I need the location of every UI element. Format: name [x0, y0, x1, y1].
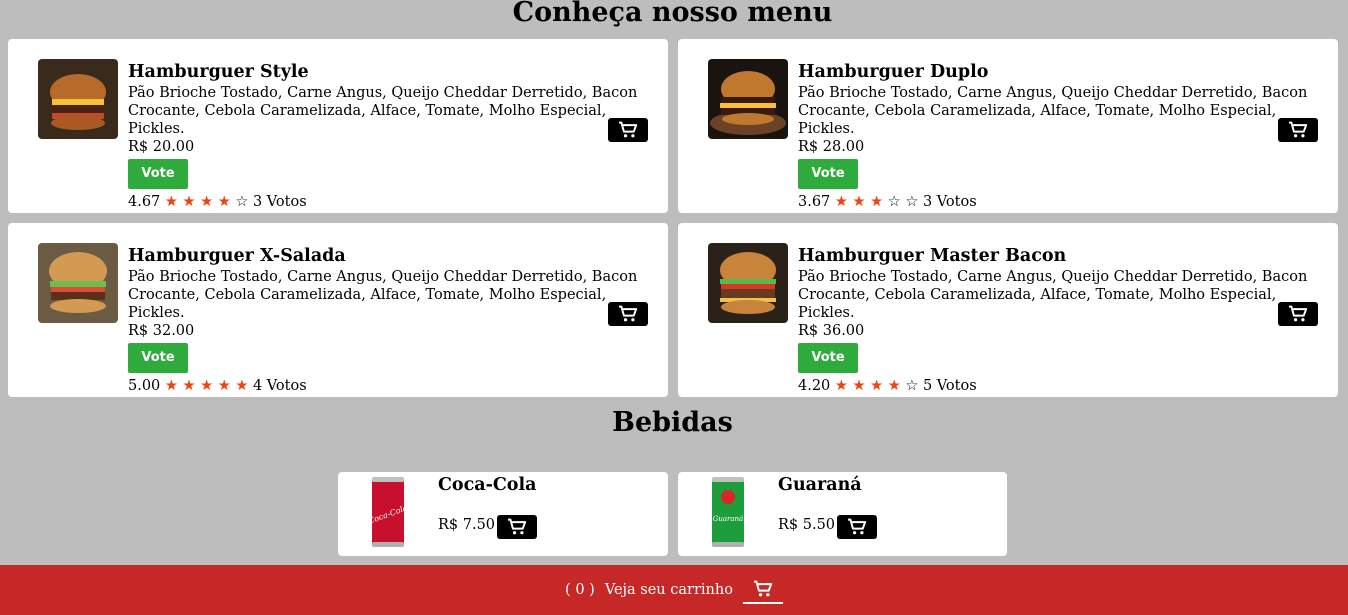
add-to-cart-button[interactable]: [1278, 302, 1318, 326]
rating-value: 4.20: [798, 378, 831, 394]
product-name: Hamburguer Master Bacon: [798, 246, 1067, 266]
shopping-cart-icon: [507, 518, 527, 536]
product-card: Hamburguer Duplo Pão Brioche Tostado, Ca…: [678, 39, 1338, 213]
drink-card: Coca-Cola Coca-Cola R$ 7.50: [338, 472, 668, 556]
drink-name: Coca-Cola: [438, 475, 537, 495]
star-icon[interactable]: ★: [183, 378, 196, 394]
star-rating[interactable]: ★ ★ ★ ★ ☆: [835, 378, 918, 394]
star-icon[interactable]: ★: [870, 194, 883, 210]
add-to-cart-button[interactable]: [608, 118, 648, 142]
star-icon[interactable]: ★: [235, 378, 248, 394]
add-to-cart-button[interactable]: [608, 302, 648, 326]
star-icon[interactable]: ★: [200, 194, 213, 210]
product-description: Pão Brioche Tostado, Carne Angus, Queijo…: [798, 269, 1308, 321]
star-icon[interactable]: ☆: [905, 194, 918, 210]
cart-count: ( 0 ): [565, 582, 595, 598]
drink-image: Coca-Cola: [366, 475, 410, 549]
star-icon[interactable]: ★: [165, 194, 178, 210]
product-card: Hamburguer Style Pão Brioche Tostado, Ca…: [8, 39, 668, 213]
shopping-cart-icon: [753, 580, 773, 598]
vote-button[interactable]: Vote: [798, 343, 858, 373]
rating: 4.67 ★ ★ ★ ★ ☆ 3 Votos: [128, 193, 648, 211]
add-to-cart-button[interactable]: [1278, 118, 1318, 142]
star-icon[interactable]: ★: [218, 194, 231, 210]
star-rating[interactable]: ★ ★ ★ ☆ ☆: [835, 194, 918, 210]
star-icon[interactable]: ★: [888, 378, 901, 394]
product-price: R$ 36.00: [798, 323, 865, 339]
shopping-cart-icon: [847, 518, 867, 536]
star-icon[interactable]: ★: [835, 194, 848, 210]
vote-count: 3 Votos: [922, 194, 977, 210]
svg-text:Guaraná: Guaraná: [713, 515, 743, 523]
star-icon[interactable]: ☆: [905, 378, 918, 394]
star-icon[interactable]: ★: [218, 378, 231, 394]
star-icon[interactable]: ★: [200, 378, 213, 394]
product-name: Hamburguer Style: [128, 62, 309, 82]
product-price: R$ 20.00: [128, 139, 195, 155]
rating: 4.20 ★ ★ ★ ★ ☆ 5 Votos: [798, 377, 1318, 395]
drinks-title: Bebidas: [612, 407, 733, 438]
product-price: R$ 28.00: [798, 139, 865, 155]
product-name: Hamburguer X-Salada: [128, 246, 346, 266]
menu-title: Conheça nosso menu: [512, 0, 833, 28]
star-icon[interactable]: ★: [183, 194, 196, 210]
add-to-cart-button[interactable]: [837, 515, 877, 539]
rating-value: 3.67: [798, 194, 831, 210]
star-icon[interactable]: ★: [835, 378, 848, 394]
product-description: Pão Brioche Tostado, Carne Angus, Queijo…: [798, 85, 1308, 137]
product-description: Pão Brioche Tostado, Carne Angus, Queijo…: [128, 85, 638, 137]
product-price: R$ 32.00: [128, 323, 195, 339]
star-icon[interactable]: ★: [870, 378, 883, 394]
view-cart-button[interactable]: [742, 576, 783, 604]
vote-count: 3 Votos: [252, 194, 307, 210]
burger-image: [38, 59, 118, 139]
shopping-cart-icon: [618, 305, 638, 323]
drink-image: Guaraná: [706, 475, 750, 549]
rating: 5.00 ★ ★ ★ ★ ★ 4 Votos: [128, 377, 648, 395]
star-icon[interactable]: ☆: [235, 194, 248, 210]
vote-button[interactable]: Vote: [128, 159, 188, 189]
product-description: Pão Brioche Tostado, Carne Angus, Queijo…: [128, 269, 638, 321]
product-name: Hamburguer Duplo: [798, 62, 989, 82]
burger-image: [708, 243, 788, 323]
rating-value: 4.67: [128, 194, 161, 210]
drink-name: Guaraná: [778, 475, 862, 495]
star-rating[interactable]: ★ ★ ★ ★ ★: [165, 378, 248, 394]
burger-image: [708, 59, 788, 139]
star-icon[interactable]: ★: [853, 378, 866, 394]
star-icon[interactable]: ★: [853, 194, 866, 210]
add-to-cart-button[interactable]: [497, 515, 537, 539]
shopping-cart-icon: [618, 121, 638, 139]
drink-price: R$ 7.50: [438, 517, 496, 533]
cart-link-label[interactable]: Veja seu carrinho: [605, 582, 733, 598]
drink-card: Guaraná Guaraná R$ 5.50: [678, 472, 1007, 556]
rating: 3.67 ★ ★ ★ ☆ ☆ 3 Votos: [798, 193, 1318, 211]
vote-button[interactable]: Vote: [798, 159, 858, 189]
star-icon[interactable]: ☆: [888, 194, 901, 210]
drink-price: R$ 5.50: [778, 517, 836, 533]
vote-count: 5 Votos: [922, 378, 977, 394]
star-icon[interactable]: ★: [165, 378, 178, 394]
shopping-cart-icon: [1288, 121, 1308, 139]
vote-count: 4 Votos: [252, 378, 307, 394]
product-card: Hamburguer X-Salada Pão Brioche Tostado,…: [8, 223, 668, 397]
cart-footer[interactable]: ( 0 ) Veja seu carrinho: [0, 565, 1348, 615]
star-rating[interactable]: ★ ★ ★ ★ ☆: [165, 194, 248, 210]
vote-button[interactable]: Vote: [128, 343, 188, 373]
burger-image: [38, 243, 118, 323]
shopping-cart-icon: [1288, 305, 1308, 323]
product-card: Hamburguer Master Bacon Pão Brioche Tost…: [678, 223, 1338, 397]
rating-value: 5.00: [128, 378, 161, 394]
